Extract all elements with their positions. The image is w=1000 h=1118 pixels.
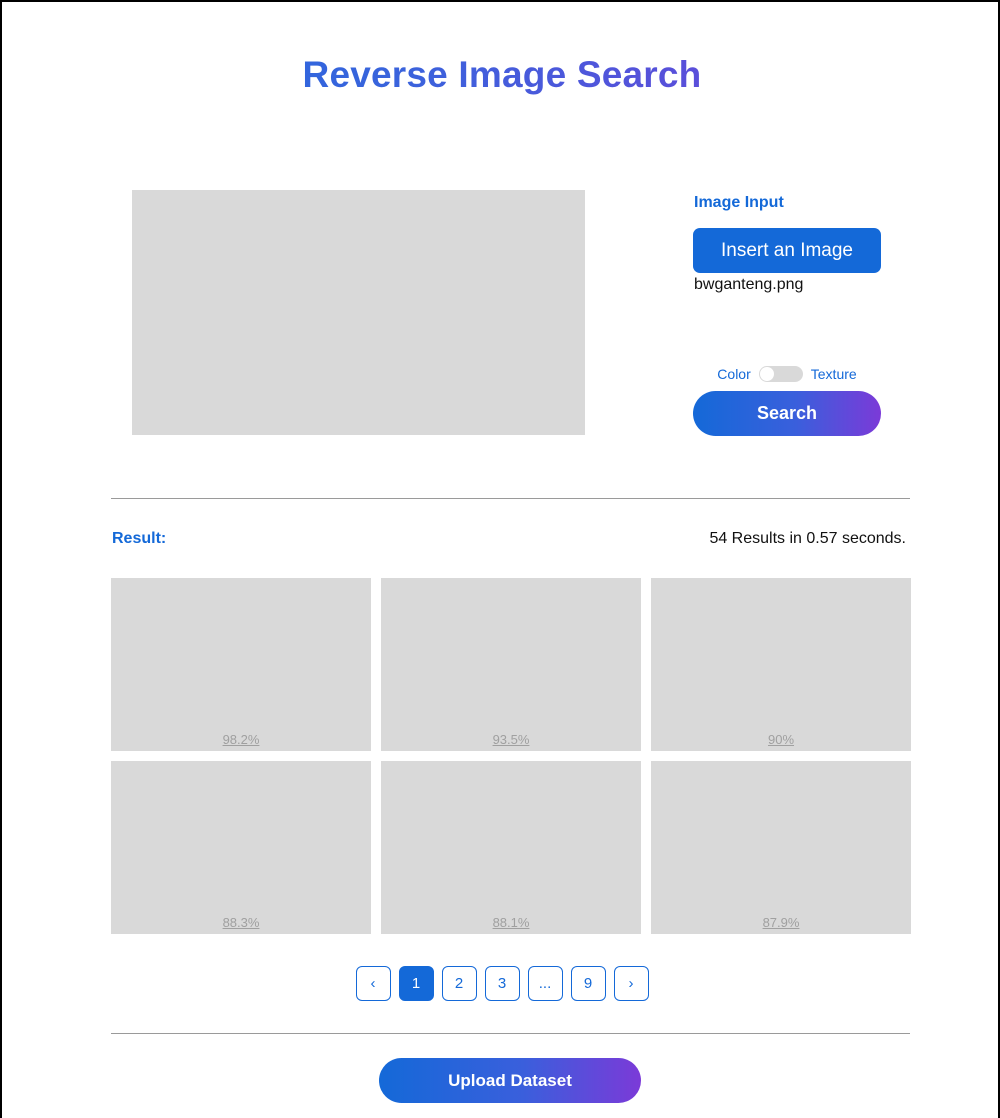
result-card[interactable]: 88.3% — [111, 761, 371, 934]
color-texture-toggle[interactable] — [758, 366, 803, 382]
similarity-score: 88.3% — [222, 915, 260, 930]
page-button-2[interactable]: 2 — [441, 966, 477, 1001]
page-button-1[interactable]: 1 — [398, 966, 434, 1001]
toggle-label-color: Color — [717, 366, 751, 382]
result-card[interactable]: 90% — [651, 578, 911, 751]
result-card[interactable]: 93.5% — [381, 578, 641, 751]
app-window: Reverse Image Search Image Input Insert … — [0, 0, 1000, 1118]
divider-top — [111, 498, 910, 499]
page-button-9[interactable]: 9 — [570, 966, 606, 1001]
result-label: Result: — [112, 530, 167, 547]
similarity-score: 87.9% — [762, 915, 800, 930]
similarity-score: 90% — [767, 732, 795, 747]
toggle-knob — [759, 367, 774, 381]
result-card[interactable]: 98.2% — [111, 578, 371, 751]
page-title: Reverse Image Search — [2, 54, 1000, 96]
similarity-score: 93.5% — [492, 732, 530, 747]
mode-toggle-row: Color Texture — [693, 366, 881, 382]
page-ellipsis-button[interactable]: ... — [527, 966, 563, 1001]
search-button[interactable]: Search — [693, 391, 881, 436]
similarity-score: 88.1% — [492, 915, 530, 930]
divider-bottom — [111, 1033, 910, 1034]
next-page-button[interactable]: › — [613, 966, 649, 1001]
toggle-label-texture: Texture — [810, 366, 857, 382]
prev-page-button[interactable]: ‹ — [355, 966, 391, 1001]
similarity-score: 98.2% — [222, 732, 260, 747]
result-stats: 54 Results in 0.57 seconds. — [709, 530, 906, 547]
results-grid: 98.2% 93.5% 90% 88.3% 88.1% 87.9% — [111, 578, 911, 934]
pagination: ‹ 1 2 3 ... 9 › — [2, 966, 1000, 1001]
result-card[interactable]: 88.1% — [381, 761, 641, 934]
image-preview — [132, 190, 585, 435]
selected-filename: bwganteng.png — [694, 276, 804, 293]
page-button-3[interactable]: 3 — [484, 966, 520, 1001]
upload-dataset-button[interactable]: Upload Dataset — [379, 1058, 641, 1103]
insert-image-button[interactable]: Insert an Image — [693, 228, 881, 273]
image-input-label: Image Input — [694, 194, 784, 211]
result-card[interactable]: 87.9% — [651, 761, 911, 934]
